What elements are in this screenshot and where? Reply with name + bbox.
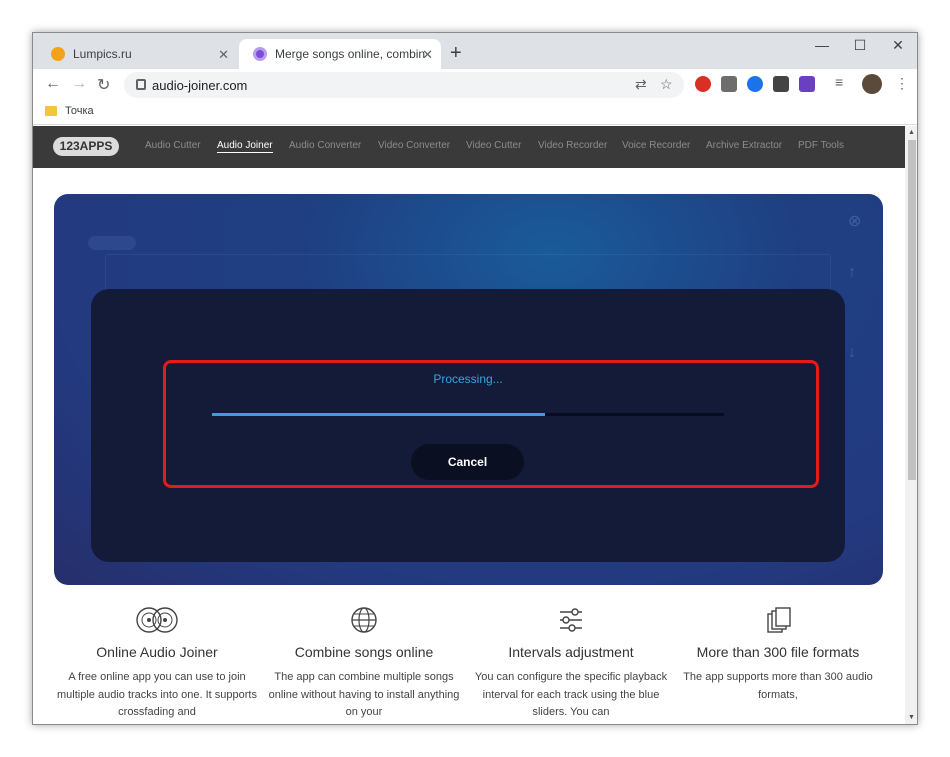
tab-audio-joiner[interactable]: Merge songs online, combine mp3 ✕ [239,39,441,69]
app-nav: 123APPS Audio Cutter Audio Joiner Audio … [33,126,905,168]
close-icon[interactable]: ✕ [218,47,229,63]
scroll-down-icon[interactable]: ▼ [908,714,915,721]
nav-pdf-tools[interactable]: PDF Tools [798,140,844,151]
browser-toolbar: ← → ↻ audio-joiner.com ⇄ ☆ ≡ ⋮ [33,69,917,101]
feature-desc: The app supports more than 300 audio for… [683,671,873,701]
tab-title: Merge songs online, combine mp3 [275,47,425,61]
feature-title: More than 300 file formats [696,644,860,660]
feature-title: Intervals adjustment [508,644,634,660]
forward-arrow-icon[interactable]: → [71,75,87,93]
page-scrollbar[interactable]: ▲ ▼ [905,126,917,724]
bookmark-tochka[interactable]: Точка [65,105,94,117]
back-arrow-icon[interactable]: ← [45,75,61,93]
address-bar[interactable]: audio-joiner.com ⇄ ☆ [124,72,684,98]
progress-bar [212,413,724,416]
bookmarks-bar: Точка [33,101,917,125]
feature-title: Online Audio Joiner [96,644,218,660]
avatar[interactable] [862,74,882,94]
feature-title: Combine songs online [294,644,434,660]
browser-window: Lumpics.ru ✕ Merge songs online, combine… [32,32,918,725]
lock-icon [136,79,146,90]
url-text: audio-joiner.com [152,78,248,93]
nav-archive-extractor[interactable]: Archive Extractor [706,140,782,151]
arrow-down-icon[interactable]: ↓ [848,344,856,362]
globe-icon [351,607,377,633]
nav-video-converter[interactable]: Video Converter [378,140,450,151]
purple-circle-icon [253,47,267,61]
scroll-thumb[interactable] [908,140,916,480]
close-icon[interactable]: ⊗ [848,211,861,231]
nav-video-cutter[interactable]: Video Cutter [466,140,521,151]
folder-icon [45,106,57,116]
feature-combine-songs: Combine songs online The app can combine… [264,606,464,722]
translate-icon[interactable]: ⇄ [635,76,647,93]
feature-intervals-adjustment: Intervals adjustment You can configure t… [471,606,671,722]
extension-globe-icon[interactable] [747,76,763,92]
sliders-icon [560,608,582,632]
feature-online-audio-joiner: Online Audio Joiner A free online app yo… [57,606,257,722]
close-icon[interactable]: ✕ [422,47,433,63]
nav-voice-recorder[interactable]: Voice Recorder [622,140,690,151]
logo[interactable]: 123APPS [53,137,119,156]
orange-circle-icon [51,47,65,61]
playlist-icon[interactable]: ≡ [835,74,851,90]
files-icon [767,607,791,633]
vinyl-records-icon [136,607,178,633]
star-icon[interactable]: ☆ [660,76,673,93]
scroll-up-icon[interactable]: ▲ [908,129,915,136]
page-viewport: 123APPS Audio Cutter Audio Joiner Audio … [33,126,905,724]
nav-audio-converter[interactable]: Audio Converter [289,140,361,151]
minimize-icon[interactable]: — [807,37,837,53]
progress-fill [212,413,545,416]
menu-kebab-icon[interactable]: ⋮ [895,75,909,92]
feature-desc: A free online app you can use to join mu… [57,671,257,718]
extension-ad-icon[interactable] [799,76,815,92]
tab-title: Lumpics.ru [73,47,132,61]
nav-audio-cutter[interactable]: Audio Cutter [145,140,201,151]
extension-box-icon[interactable] [773,76,789,92]
processing-dialog: Processing... Cancel [91,289,845,562]
feature-file-formats: More than 300 file formats The app suppo… [678,606,878,704]
tab-strip: Lumpics.ru ✕ Merge songs online, combine… [33,33,917,69]
feature-desc: You can configure the specific playback … [474,671,668,718]
window-close-icon[interactable]: ✕ [883,37,913,54]
features-section: Online Audio Joiner A free online app yo… [33,606,905,724]
track-time-badge [88,236,136,250]
new-tab-icon[interactable]: + [450,42,462,65]
nav-audio-joiner[interactable]: Audio Joiner [217,140,273,153]
processing-status: Processing... [433,372,503,386]
feature-desc: The app can combine multiple songs onlin… [268,671,460,718]
extension-opera-icon[interactable] [695,76,711,92]
maximize-icon[interactable]: ☐ [845,37,875,54]
cancel-button[interactable]: Cancel [411,444,524,480]
reload-icon[interactable]: ↻ [97,75,110,95]
extension-question-icon[interactable] [721,76,737,92]
joiner-workspace: ⊗ ↑ ↓ Processing... Cancel [54,194,883,585]
nav-video-recorder[interactable]: Video Recorder [538,140,607,151]
tab-lumpics[interactable]: Lumpics.ru ✕ [37,39,237,69]
arrow-up-icon[interactable]: ↑ [848,264,856,282]
